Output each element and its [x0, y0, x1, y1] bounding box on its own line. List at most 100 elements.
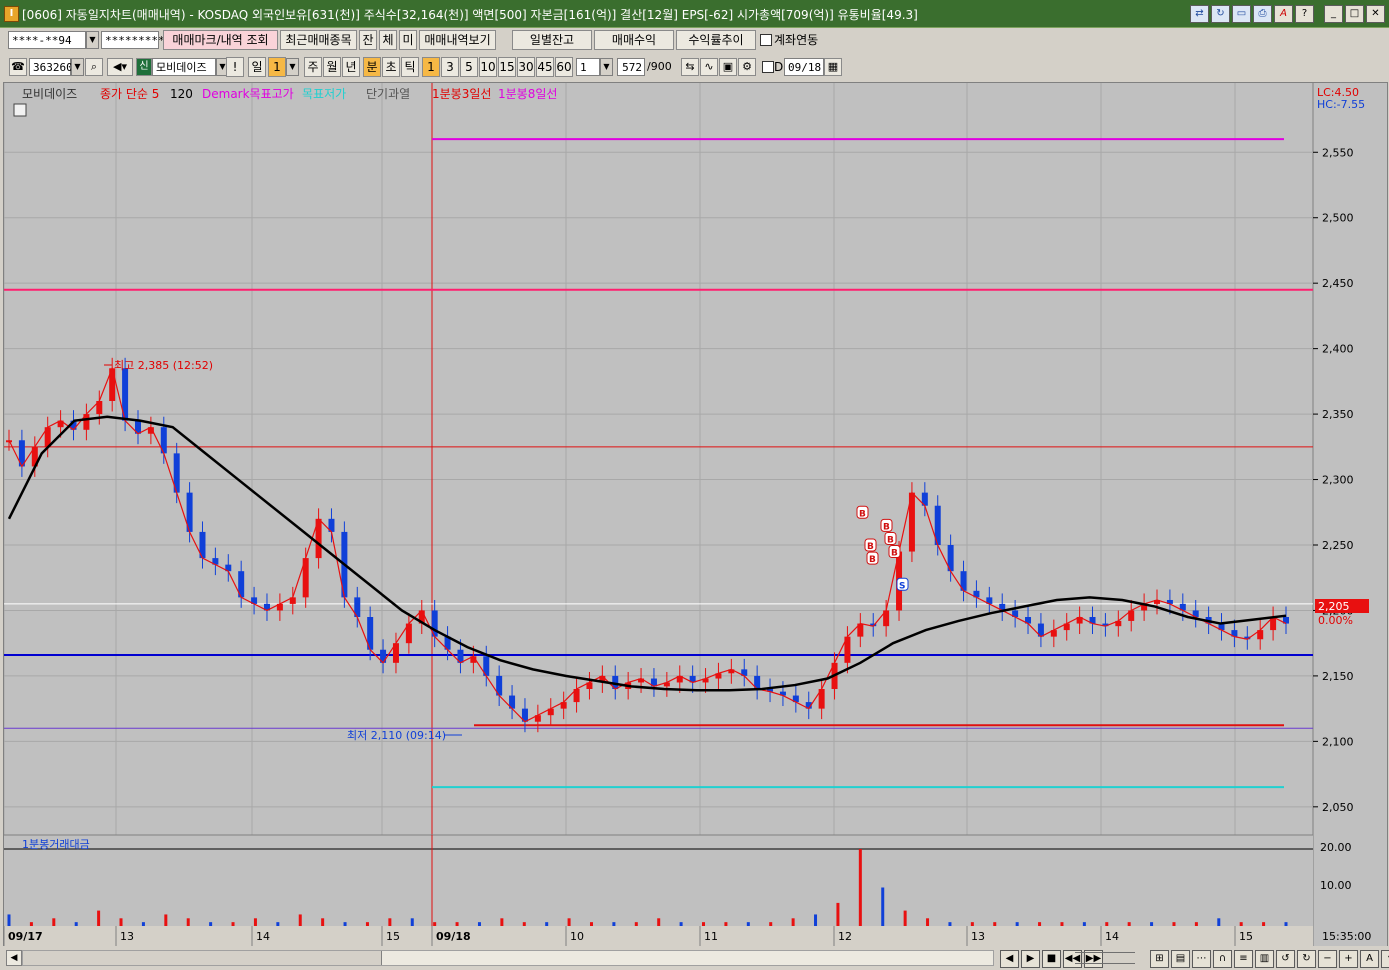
trade-history-button[interactable]: 매매내역보기 [419, 30, 496, 50]
zoom-cross-icon[interactable]: ⊞ [1150, 950, 1169, 968]
chart-area[interactable]: 2,5502,5002,4502,4002,3502,3002,2502,200… [3, 82, 1388, 947]
dots-icon[interactable]: ⋯ [1192, 950, 1211, 968]
chart-tool-icon[interactable]: ∿ [700, 58, 718, 76]
redo-icon[interactable]: ↻ [1297, 950, 1316, 968]
interval-60-button[interactable]: 60 [555, 57, 573, 77]
date-field[interactable]: 09/18 [784, 58, 824, 76]
sell-mark-icon[interactable]: S [896, 577, 909, 591]
print-icon[interactable]: ⎙ [1253, 5, 1272, 23]
unfilled-button[interactable]: 미 [399, 30, 417, 50]
account-link-checkbox[interactable] [760, 34, 772, 46]
save-icon[interactable]: ▣ [719, 58, 737, 76]
search-icon[interactable]: ⌕ [85, 58, 103, 76]
split-icon[interactable]: ▤ [1171, 950, 1190, 968]
price-tick-label: 2,100 [1322, 735, 1354, 748]
volume-bar [657, 918, 661, 926]
font-icon[interactable]: A [1274, 5, 1293, 23]
volume-bar [141, 922, 145, 926]
scroll-thumb[interactable] [23, 951, 382, 965]
bar-count-max: /900 [647, 60, 672, 73]
phone-icon[interactable]: ☎ [9, 58, 27, 76]
interval-30-button[interactable]: 30 [517, 57, 535, 77]
legend-ma: 종가 단순 5 [100, 87, 159, 101]
interval-custom-field[interactable]: 1 [576, 58, 600, 76]
time-tick-label: 14 [1105, 930, 1119, 943]
trade-mark-letter: B [883, 522, 890, 532]
interval-15-button[interactable]: 15 [498, 57, 516, 77]
stock-name-field[interactable]: 모비데이즈 [152, 58, 216, 76]
link-icon[interactable]: ⇄ [1190, 5, 1209, 23]
period-value-field[interactable]: 1 [268, 57, 286, 77]
calendar-icon[interactable]: ▦ [824, 58, 842, 76]
period-second-button[interactable]: 초 [382, 57, 400, 77]
help-icon[interactable]: ? [1295, 5, 1314, 23]
interval-5-button[interactable]: 5 [460, 57, 478, 77]
interval-3-button[interactable]: 3 [441, 57, 459, 77]
buy-mark-icon[interactable]: B [880, 518, 893, 532]
interval-45-button[interactable]: 45 [536, 57, 554, 77]
account-toolbar: ****-**94 ▼ ********* 매매마크/내역 조회 최근매매종목 … [0, 28, 1389, 53]
settings-icon[interactable]: ⚙ [738, 58, 756, 76]
magnet-icon[interactable]: ∩ [1213, 950, 1232, 968]
date-checkbox[interactable] [762, 61, 774, 73]
speaker-icon[interactable]: ◀▾ [107, 58, 133, 76]
buy-mark-icon[interactable]: B [856, 505, 869, 519]
trade-mark-query-button[interactable]: 매매마크/내역 조회 [163, 30, 278, 50]
volume-bar [746, 922, 750, 926]
alert-button[interactable]: ! [226, 57, 244, 77]
balance-button[interactable]: 잔 [359, 30, 377, 50]
buy-mark-icon[interactable]: B [866, 551, 879, 565]
zoom-out-icon[interactable]: − [1318, 950, 1337, 968]
play-back-icon[interactable]: ◀ [1000, 950, 1019, 968]
grid-toggle-icon[interactable] [13, 103, 27, 117]
arrows-icon[interactable]: ⇆ [681, 58, 699, 76]
volume-bar [1060, 922, 1064, 926]
chart-scrollbar[interactable]: ◀ ◀ ▶ ■ ◀◀ ▶▶ ⊞ ▤ ⋯ ∩ ≡ ▥ ↺ ↻ − + A ▾ [0, 946, 1389, 970]
interval-1-button[interactable]: 1 [422, 57, 440, 77]
period-week-button[interactable]: 주 [304, 57, 322, 77]
account-number-field[interactable]: ****-**94 [8, 31, 86, 49]
scroll-left-icon[interactable]: ◀ [6, 950, 22, 966]
interval-dropdown-icon[interactable]: ▼ [600, 58, 613, 76]
stop-icon[interactable]: ■ [1042, 950, 1061, 968]
price-tick-label: 2,400 [1322, 343, 1354, 356]
layout-icon[interactable]: ▥ [1255, 950, 1274, 968]
close-button[interactable]: ✕ [1366, 5, 1385, 23]
maximize-button[interactable]: □ [1345, 5, 1364, 23]
period-dropdown-icon[interactable]: ▼ [286, 58, 299, 76]
bar-count-field[interactable]: 572 [617, 58, 645, 76]
period-tick-button[interactable]: 틱 [401, 57, 419, 77]
volume-bar [29, 922, 33, 926]
refresh-icon[interactable]: ↻ [1211, 5, 1230, 23]
undo-icon[interactable]: ↺ [1276, 950, 1295, 968]
price-chart[interactable]: 2,5502,5002,4502,4002,3502,3002,2502,200… [3, 83, 1387, 946]
volume-bar [7, 914, 11, 926]
align-icon[interactable]: ≡ [1234, 950, 1253, 968]
minimize-button[interactable]: _ [1324, 5, 1343, 23]
password-field[interactable]: ********* [101, 31, 165, 49]
more-icon[interactable]: ▾ [1381, 950, 1389, 968]
text-tool-icon[interactable]: A [1360, 950, 1379, 968]
account-dropdown-icon[interactable]: ▼ [86, 31, 99, 49]
stock-code-field[interactable]: 363260 [29, 58, 73, 76]
play-forward-icon[interactable]: ▶ [1021, 950, 1040, 968]
recent-stocks-button[interactable]: 최근매매종목 [280, 30, 357, 50]
filled-button[interactable]: 체 [379, 30, 397, 50]
return-trend-button[interactable]: 수익률추이 [676, 30, 756, 50]
period-month-button[interactable]: 월 [323, 57, 341, 77]
buy-mark-icon[interactable]: B [884, 531, 897, 545]
stock-code-dropdown-icon[interactable]: ▼ [71, 58, 84, 76]
buy-mark-icon[interactable]: B [888, 545, 901, 559]
current-price: 2,205 [1318, 600, 1350, 613]
interval-10-button[interactable]: 10 [479, 57, 497, 77]
period-minute-button[interactable]: 분 [363, 57, 381, 77]
zoom-in-icon[interactable]: + [1339, 950, 1358, 968]
daily-balance-button[interactable]: 일별잔고 [512, 30, 592, 50]
speed-slider[interactable] [1075, 952, 1135, 964]
period-day-button[interactable]: 일 [248, 57, 266, 77]
trade-profit-button[interactable]: 매매수익 [594, 30, 674, 50]
buy-mark-icon[interactable]: B [864, 538, 877, 552]
period-year-button[interactable]: 년 [342, 57, 360, 77]
scroll-track[interactable] [22, 950, 994, 966]
monitor-icon[interactable]: ▭ [1232, 5, 1251, 23]
